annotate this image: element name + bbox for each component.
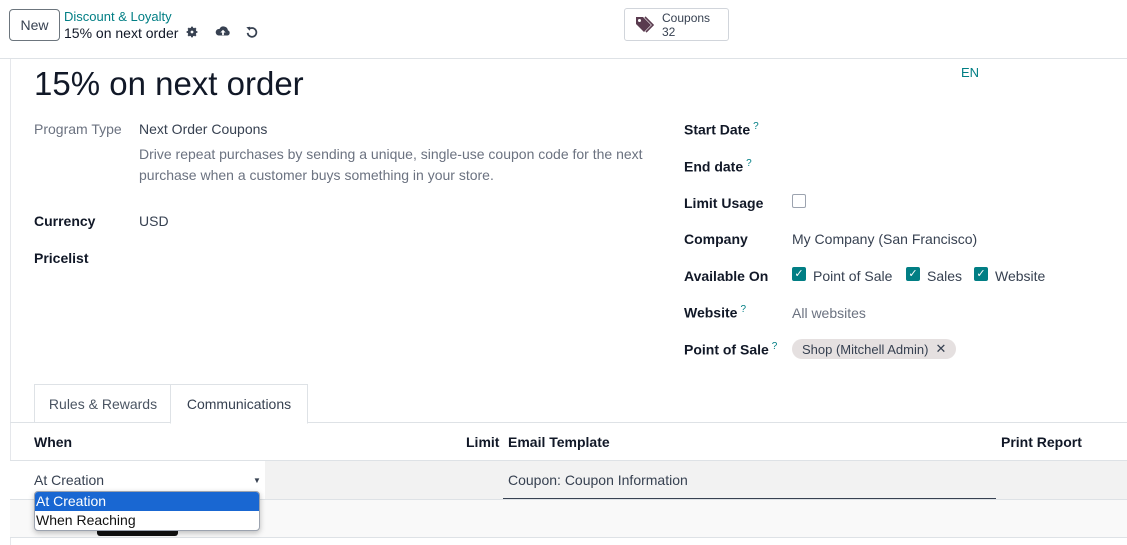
column-email-template[interactable]: Email Template — [508, 434, 610, 450]
point-of-sale-label-text: Point of Sale — [684, 341, 769, 358]
program-type-label: Program Type — [34, 121, 122, 137]
website-checkbox[interactable]: ✓ — [974, 267, 988, 281]
currency-label: Currency — [34, 213, 96, 229]
program-title[interactable]: 15% on next order — [34, 65, 304, 103]
coupons-smart-button[interactable]: Coupons 32 — [624, 8, 729, 41]
help-icon[interactable]: ? — [740, 304, 746, 315]
close-icon[interactable]: ✕ — [935, 341, 946, 357]
website-option-label[interactable]: Website — [995, 268, 1045, 284]
limit-usage-label: Limit Usage — [684, 195, 764, 211]
discard-icon[interactable] — [244, 24, 260, 40]
point-of-sale-option-label[interactable]: Point of Sale — [813, 268, 892, 284]
dropdown-option[interactable]: At Creation — [35, 492, 259, 511]
program-type-description: Drive repeat purchases by sending a uniq… — [139, 146, 643, 183]
sales-checkbox[interactable]: ✓ — [906, 267, 920, 281]
help-icon[interactable]: ? — [753, 121, 759, 132]
end-date-label-text: End date — [684, 158, 744, 175]
company-value[interactable]: My Company (San Francisco) — [792, 231, 977, 247]
gear-icon[interactable] — [184, 24, 200, 40]
new-button[interactable]: New — [9, 9, 60, 41]
limit-usage-checkbox[interactable] — [792, 194, 806, 208]
program-type-value[interactable]: Next Order Coupons — [139, 121, 267, 137]
point-of-sale-label: Point of Sale? — [684, 341, 777, 358]
when-select[interactable]: At Creation — [34, 472, 104, 488]
company-label: Company — [684, 231, 748, 247]
dropdown-option[interactable]: When Reaching — [35, 511, 259, 530]
point-of-sale-checkbox[interactable]: ✓ — [792, 267, 806, 281]
start-date-label: Start Date? — [684, 121, 759, 138]
cloud-upload-icon[interactable] — [215, 24, 231, 40]
email-template-underline — [503, 498, 996, 499]
column-when[interactable]: When — [34, 434, 72, 450]
start-date-label-text: Start Date — [684, 121, 751, 138]
smart-button-count: 32 — [662, 25, 676, 39]
tag-label: Shop (Mitchell Admin) — [802, 341, 929, 357]
currency-value[interactable]: USD — [139, 213, 169, 229]
email-template-field[interactable]: Coupon: Coupon Information — [508, 472, 688, 488]
column-print-report[interactable]: Print Report — [1001, 434, 1082, 450]
website-label: Website? — [684, 304, 746, 321]
smart-button-label: Coupons — [662, 11, 711, 25]
when-dropdown-list: At Creation When Reaching — [34, 491, 260, 531]
end-date-label: End date? — [684, 158, 752, 175]
tags-icon — [635, 16, 657, 37]
help-icon[interactable]: ? — [746, 158, 752, 169]
sales-option-label[interactable]: Sales — [927, 268, 962, 284]
language-toggle[interactable]: EN — [961, 65, 979, 80]
control-panel: New Discount & Loyalty 15% on next order… — [0, 0, 1127, 59]
breadcrumb-link[interactable]: Discount & Loyalty — [64, 9, 172, 24]
website-field[interactable]: All websites — [792, 305, 866, 321]
point-of-sale-tag: Shop (Mitchell Admin) ✕ — [792, 339, 957, 359]
help-icon[interactable]: ? — [772, 341, 778, 352]
tab-rules-rewards[interactable]: Rules & Rewards — [34, 384, 171, 423]
caret-down-icon[interactable]: ▼ — [253, 476, 261, 485]
available-on-label: Available On — [684, 268, 769, 284]
column-limit[interactable]: Limit — [466, 434, 499, 450]
tab-communications[interactable]: Communications — [170, 384, 308, 424]
pricelist-label: Pricelist — [34, 250, 89, 266]
website-label-text: Website — [684, 304, 738, 321]
record-name: 15% on next order — [64, 25, 179, 41]
